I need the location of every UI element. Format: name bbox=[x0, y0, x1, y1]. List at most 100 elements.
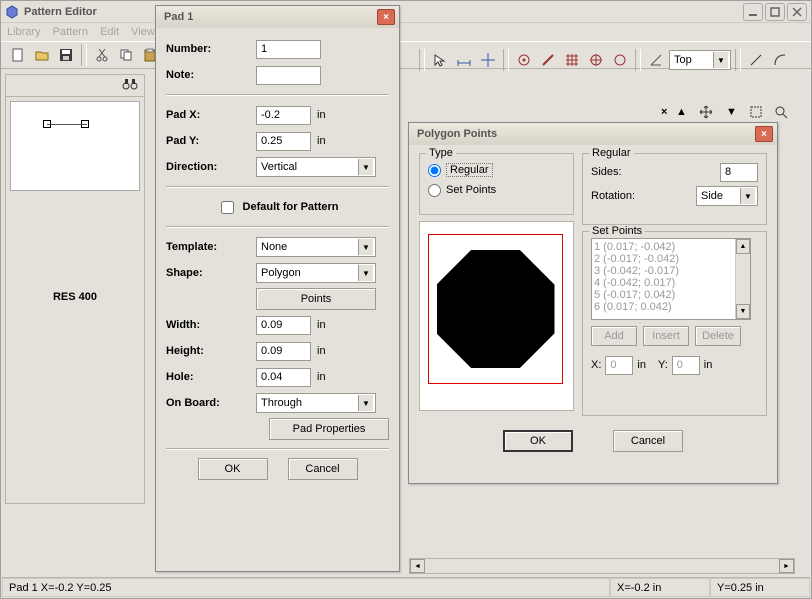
grid-icon[interactable] bbox=[561, 49, 583, 71]
measure-icon[interactable] bbox=[453, 49, 475, 71]
list-item[interactable]: 3 (-0.042; -0.017) bbox=[594, 265, 733, 277]
pad-cancel-button[interactable]: Cancel bbox=[288, 458, 358, 480]
hole-input[interactable] bbox=[256, 368, 311, 387]
padx-label: Pad X: bbox=[166, 109, 256, 121]
menu-library[interactable]: Library bbox=[7, 26, 41, 38]
padx-input[interactable] bbox=[256, 106, 311, 125]
list-item[interactable]: 5 (-0.017; 0.042) bbox=[594, 289, 733, 301]
y-input bbox=[672, 356, 700, 375]
polygon-cancel-button[interactable]: Cancel bbox=[613, 430, 683, 452]
sides-input[interactable] bbox=[720, 163, 758, 182]
layer-select[interactable]: Top ▼ bbox=[669, 50, 731, 70]
snap-icon[interactable] bbox=[585, 49, 607, 71]
points-button[interactable]: Points bbox=[256, 288, 376, 310]
circle-icon[interactable] bbox=[609, 49, 631, 71]
minimize-button[interactable] bbox=[743, 3, 763, 21]
pad-dialog: Pad 1 × Number: Note: Pad X: in Pad Y: i… bbox=[155, 5, 400, 572]
width-label: Width: bbox=[166, 319, 256, 331]
points-listbox[interactable]: 1 (0.017; -0.042) 2 (-0.017; -0.042) 3 (… bbox=[591, 238, 751, 320]
regular-group-title: Regular bbox=[589, 147, 634, 159]
number-input[interactable] bbox=[256, 40, 321, 59]
shape-select[interactable]: Polygon▼ bbox=[256, 263, 376, 283]
close-button[interactable] bbox=[787, 3, 807, 21]
maximize-button[interactable] bbox=[765, 3, 785, 21]
delete-button[interactable]: Delete bbox=[695, 326, 741, 346]
type-group-title: Type bbox=[426, 147, 456, 159]
tool-line-icon[interactable] bbox=[745, 49, 767, 71]
direction-select[interactable]: Vertical▼ bbox=[256, 157, 376, 177]
width-input[interactable] bbox=[256, 316, 311, 335]
rotation-select[interactable]: Side▼ bbox=[696, 186, 758, 206]
pad-ok-button[interactable]: OK bbox=[198, 458, 268, 480]
open-icon[interactable] bbox=[31, 44, 53, 66]
origin-icon[interactable] bbox=[477, 49, 499, 71]
points-scrollbar[interactable]: ▲ ▼ bbox=[735, 239, 750, 319]
menu-pattern[interactable]: Pattern bbox=[53, 26, 88, 38]
line-icon[interactable] bbox=[537, 49, 559, 71]
default-checkbox[interactable] bbox=[221, 201, 234, 214]
scroll-down-icon[interactable]: ▼ bbox=[736, 304, 750, 319]
copy-icon[interactable] bbox=[115, 44, 137, 66]
binoculars-icon[interactable] bbox=[122, 78, 138, 93]
x-input bbox=[605, 356, 633, 375]
status-left: Pad 1 X=-0.2 Y=0.25 bbox=[2, 578, 610, 597]
polygon-dialog-close-icon[interactable]: × bbox=[755, 126, 773, 142]
tool-arc-icon[interactable] bbox=[769, 49, 791, 71]
polygon-preview bbox=[419, 221, 574, 411]
type-regular-radio[interactable] bbox=[428, 164, 441, 177]
add-button[interactable]: Add bbox=[591, 326, 637, 346]
pattern-thumbnail[interactable] bbox=[10, 101, 140, 191]
polygon-dialog: Polygon Points × Type Regular Set Points… bbox=[408, 122, 778, 484]
panel-controls: × ▲ ▼ bbox=[661, 101, 792, 123]
template-select[interactable]: None▼ bbox=[256, 237, 376, 257]
horizontal-scrollbar[interactable]: ◄► bbox=[409, 558, 795, 574]
hole-label: Hole: bbox=[166, 371, 256, 383]
y-label: Y: bbox=[658, 359, 668, 371]
status-bar: Pad 1 X=-0.2 Y=0.25 X=-0.2 in Y=0.25 in bbox=[2, 577, 810, 597]
polygon-ok-button[interactable]: OK bbox=[503, 430, 573, 452]
pady-unit: in bbox=[317, 135, 326, 147]
note-input[interactable] bbox=[256, 66, 321, 85]
scroll-up-icon[interactable]: ▲ bbox=[736, 239, 750, 254]
arrow-up-icon[interactable]: ▲ bbox=[670, 101, 692, 123]
new-icon[interactable] bbox=[7, 44, 29, 66]
pad-dialog-titlebar[interactable]: Pad 1 × bbox=[156, 6, 399, 28]
pad-dialog-close-icon[interactable]: × bbox=[377, 9, 395, 25]
list-item[interactable]: 2 (-0.017; -0.042) bbox=[594, 253, 733, 265]
menu-view[interactable]: View bbox=[131, 26, 155, 38]
pointer-icon[interactable] bbox=[429, 49, 451, 71]
layer-select-value: Top bbox=[674, 54, 692, 66]
note-label: Note: bbox=[166, 69, 256, 81]
insert-button[interactable]: Insert bbox=[643, 326, 689, 346]
save-icon[interactable] bbox=[55, 44, 77, 66]
height-input[interactable] bbox=[256, 342, 311, 361]
list-item[interactable]: 6 (0.017; 0.042) bbox=[594, 301, 733, 313]
close-x-icon[interactable]: × bbox=[661, 106, 667, 118]
type-setpoints-radio[interactable] bbox=[428, 184, 441, 197]
points-list-items: 1 (0.017; -0.042) 2 (-0.017; -0.042) 3 (… bbox=[592, 239, 735, 319]
arrow-down-icon[interactable]: ▼ bbox=[720, 101, 742, 123]
list-item[interactable]: 4 (-0.042; 0.017) bbox=[594, 277, 733, 289]
pady-input[interactable] bbox=[256, 132, 311, 151]
pad-properties-button[interactable]: Pad Properties bbox=[269, 418, 389, 440]
polygon-dialog-titlebar[interactable]: Polygon Points × bbox=[409, 123, 777, 145]
move-icon[interactable] bbox=[695, 101, 717, 123]
status-y: Y=0.25 in bbox=[710, 578, 810, 597]
pad-icon[interactable] bbox=[513, 49, 535, 71]
menubar: Library Pattern Edit View bbox=[1, 23, 811, 41]
angle-icon[interactable] bbox=[645, 49, 667, 71]
onboard-label: On Board: bbox=[166, 397, 256, 409]
setpoints-group: Set Points 1 (0.017; -0.042) 2 (-0.017; … bbox=[582, 231, 767, 416]
onboard-select[interactable]: Through▼ bbox=[256, 393, 376, 413]
toolbar-right: Top ▼ bbox=[417, 47, 791, 73]
list-item[interactable]: 1 (0.017; -0.042) bbox=[594, 241, 733, 253]
pady-label: Pad Y: bbox=[166, 135, 256, 147]
menu-edit[interactable]: Edit bbox=[100, 26, 119, 38]
template-label: Template: bbox=[166, 241, 256, 253]
rotation-label: Rotation: bbox=[591, 190, 696, 202]
cut-icon[interactable] bbox=[91, 44, 113, 66]
x-label: X: bbox=[591, 359, 601, 371]
select-tool-icon[interactable] bbox=[745, 101, 767, 123]
zoom-icon[interactable] bbox=[770, 101, 792, 123]
regular-group: Regular Sides: Rotation: Side▼ bbox=[582, 153, 767, 225]
